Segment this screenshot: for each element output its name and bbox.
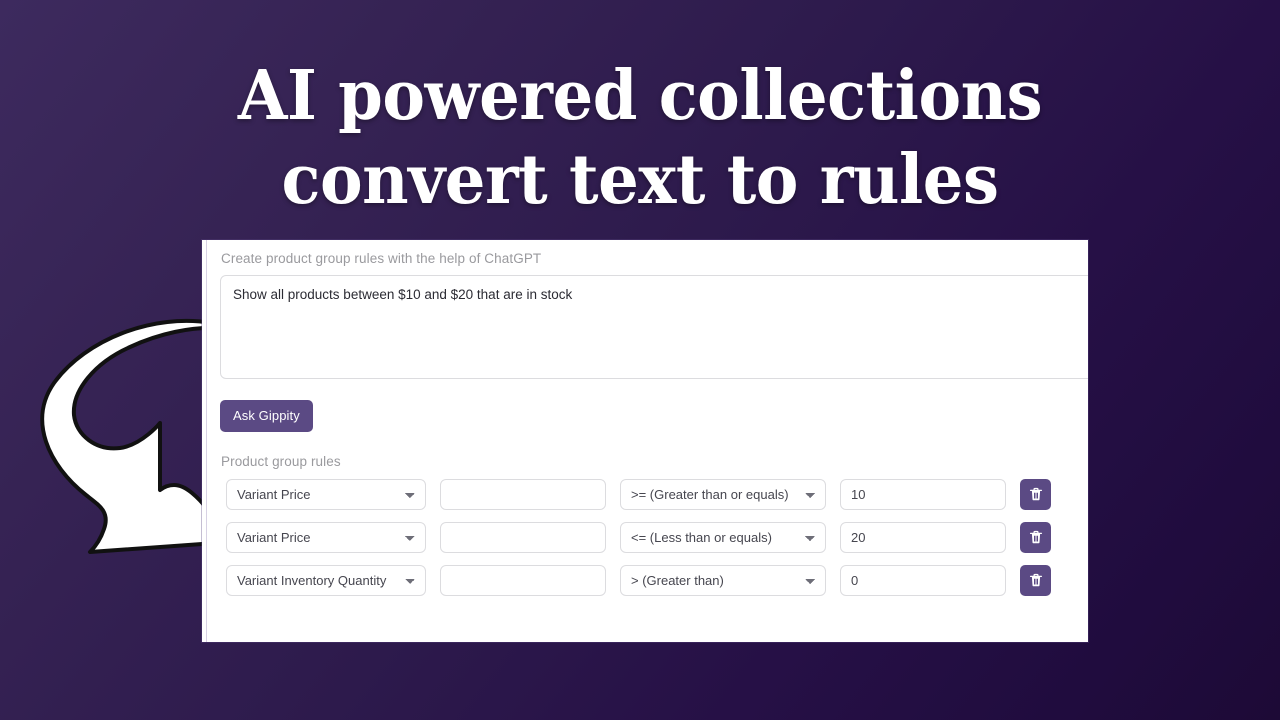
- rule-operator-select[interactable]: >= (Greater than or equals)<= (Less than…: [620, 479, 826, 510]
- delete-rule-button[interactable]: [1020, 522, 1051, 553]
- prompt-textarea[interactable]: [220, 275, 1088, 379]
- rule-value-input[interactable]: [840, 565, 1006, 596]
- rule-field-select[interactable]: Variant PriceVariant Inventory Quantity: [226, 522, 426, 553]
- screenshot-stage: AI powered collections convert text to r…: [0, 0, 1280, 720]
- rule-value-input[interactable]: [840, 522, 1006, 553]
- rule-operator-select[interactable]: >= (Greater than or equals)<= (Less than…: [620, 565, 826, 596]
- rule-operator-select[interactable]: >= (Greater than or equals)<= (Less than…: [620, 522, 826, 553]
- rules-list: Variant PriceVariant Inventory Quantity >…: [220, 479, 1088, 596]
- rules-card: Create product group rules with the help…: [202, 240, 1088, 642]
- trash-icon: [1029, 530, 1042, 544]
- rule-relation-input[interactable]: [440, 565, 606, 596]
- delete-rule-button[interactable]: [1020, 479, 1051, 510]
- rule-field-select[interactable]: Variant PriceVariant Inventory Quantity: [226, 565, 426, 596]
- rule-relation-input[interactable]: [440, 479, 606, 510]
- rule-row: Variant PriceVariant Inventory Quantity >…: [220, 565, 1088, 596]
- rule-relation-input[interactable]: [440, 522, 606, 553]
- page-headline: AI powered collections convert text to r…: [237, 56, 1043, 220]
- delete-rule-button[interactable]: [1020, 565, 1051, 596]
- card-left-accent: [202, 240, 207, 642]
- rule-row: Variant PriceVariant Inventory Quantity >…: [220, 479, 1088, 510]
- trash-icon: [1029, 573, 1042, 587]
- rule-row: Variant PriceVariant Inventory Quantity >…: [220, 522, 1088, 553]
- prompt-label: Create product group rules with the help…: [221, 251, 542, 266]
- rule-field-select[interactable]: Variant PriceVariant Inventory Quantity: [226, 479, 426, 510]
- trash-icon: [1029, 487, 1042, 501]
- rule-value-input[interactable]: [840, 479, 1006, 510]
- product-group-rules-label: Product group rules: [221, 454, 341, 469]
- ask-gippity-button[interactable]: Ask Gippity: [220, 400, 313, 432]
